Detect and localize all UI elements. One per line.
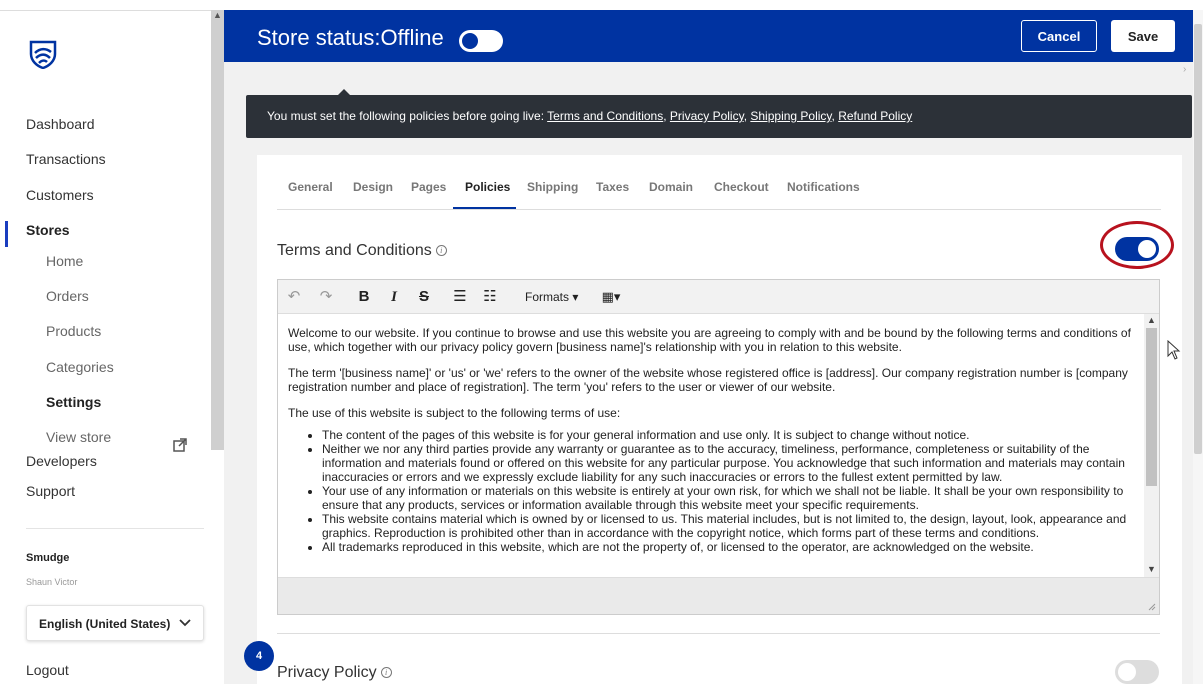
list-item: This website contains material which is … xyxy=(322,512,1134,540)
banner-link-refund[interactable]: Refund Policy xyxy=(838,109,912,123)
undo-icon[interactable]: ↶ xyxy=(284,287,304,307)
resize-grip-icon[interactable] xyxy=(1148,603,1156,611)
terms-paragraph-1: Welcome to our website. If you continue … xyxy=(288,326,1131,354)
info-icon[interactable]: i xyxy=(380,667,392,678)
tab-general[interactable]: General xyxy=(288,180,333,194)
nav-view-store[interactable]: View store xyxy=(46,429,111,445)
top-header: Store status:Offline Cancel Save xyxy=(224,10,1203,62)
terms-paragraph-3: The use of this website is subject to th… xyxy=(288,406,621,420)
list-item: The content of the pages of this website… xyxy=(322,428,1134,442)
toggle-highlight-circle xyxy=(1100,221,1174,269)
chevron-right-icon: › xyxy=(1183,64,1187,75)
external-link-icon[interactable] xyxy=(173,438,187,452)
tab-pages[interactable]: Pages xyxy=(411,180,446,194)
language-select[interactable]: English (United States) xyxy=(26,605,204,641)
nav-store-orders[interactable]: Orders xyxy=(46,288,89,304)
terms-editor[interactable]: ↶ ↷ B I S ☰ ☷ Formats ▾ ▦▾ Welcome to ou… xyxy=(277,279,1160,615)
bank-shield-logo xyxy=(29,40,57,69)
strikethrough-icon[interactable]: S xyxy=(414,287,434,307)
nav-store-categories[interactable]: Categories xyxy=(46,359,114,375)
tab-design[interactable]: Design xyxy=(353,180,393,194)
tab-notifications[interactable]: Notifications xyxy=(787,180,860,194)
bold-icon[interactable]: B xyxy=(354,287,374,307)
active-indicator xyxy=(5,221,8,247)
banner-link-shipping[interactable]: Shipping Policy xyxy=(750,109,831,123)
editor-content[interactable]: Welcome to our website. If you continue … xyxy=(278,314,1144,577)
toggle-knob xyxy=(1118,663,1136,681)
save-button[interactable]: Save xyxy=(1111,20,1175,52)
italic-icon[interactable]: I xyxy=(384,287,404,307)
banner-text: You must set the following policies befo… xyxy=(267,109,913,123)
sidebar-scrollbar[interactable] xyxy=(211,10,224,450)
banner-link-privacy[interactable]: Privacy Policy xyxy=(670,109,744,123)
nav-customers[interactable]: Customers xyxy=(26,187,94,203)
nav-developers[interactable]: Developers xyxy=(26,453,97,469)
store-status-toggle[interactable] xyxy=(459,30,503,52)
editor-toolbar: ↶ ↷ B I S ☰ ☷ Formats ▾ ▦▾ xyxy=(278,280,1159,314)
banner-prefix: You must set the following policies befo… xyxy=(267,109,548,123)
nav-store-settings[interactable]: Settings xyxy=(46,394,101,410)
list-item: Your use of any information or materials… xyxy=(322,484,1134,512)
tab-taxes[interactable]: Taxes xyxy=(596,180,629,194)
nav-transactions[interactable]: Transactions xyxy=(26,151,106,167)
list-item: All trademarks reproduced in this websit… xyxy=(322,540,1134,554)
step-badge: 4 xyxy=(244,641,274,671)
logout-link[interactable]: Logout xyxy=(26,662,69,678)
list-item: Neither we nor any third parties provide… xyxy=(322,442,1134,484)
settings-tabs: General Design Pages Policies Shipping T… xyxy=(277,155,1161,210)
nav-store-home[interactable]: Home xyxy=(46,253,83,269)
tab-domain[interactable]: Domain xyxy=(649,180,693,194)
scroll-up-icon[interactable]: ▲ xyxy=(1147,315,1156,325)
info-icon[interactable]: i xyxy=(435,245,447,256)
privacy-title-text: Privacy Policy xyxy=(277,664,377,681)
active-tab-underline xyxy=(453,207,516,209)
terms-list: The content of the pages of this website… xyxy=(288,428,1134,554)
settings-card: General Design Pages Policies Shipping T… xyxy=(257,155,1182,684)
nav-support[interactable]: Support xyxy=(26,483,75,499)
table-icon[interactable]: ▦▾ xyxy=(596,287,626,307)
chevron-down-icon xyxy=(179,619,191,627)
privacy-section-title: Privacy Policy i xyxy=(277,664,392,682)
toggle-knob xyxy=(462,33,478,49)
sidebar: Dashboard Transactions Customers Stores … xyxy=(0,10,224,684)
tab-checkout[interactable]: Checkout xyxy=(714,180,769,194)
divider xyxy=(26,528,204,529)
cancel-button[interactable]: Cancel xyxy=(1021,20,1097,52)
mouse-cursor-icon xyxy=(1167,340,1181,360)
tab-policies[interactable]: Policies xyxy=(465,180,510,194)
policy-warning-banner: You must set the following policies befo… xyxy=(246,95,1192,138)
tab-shipping[interactable]: Shipping xyxy=(527,180,578,194)
account-user: Shaun Victor xyxy=(26,577,78,587)
language-value: English (United States) xyxy=(39,617,171,631)
nav-dashboard[interactable]: Dashboard xyxy=(26,116,95,132)
banner-link-terms[interactable]: Terms and Conditions xyxy=(547,109,663,123)
page-scroll-thumb[interactable] xyxy=(1194,24,1202,454)
formats-dropdown[interactable]: Formats ▾ xyxy=(519,287,584,307)
terms-paragraph-2: The term '[business name]' or 'us' or 'w… xyxy=(288,366,1128,394)
nav-stores[interactable]: Stores xyxy=(26,222,70,238)
terms-section-title: Terms and Conditions i xyxy=(277,242,447,260)
redo-icon[interactable]: ↷ xyxy=(316,287,336,307)
terms-title-text: Terms and Conditions xyxy=(277,242,432,259)
numbered-list-icon[interactable]: ☷ xyxy=(480,287,500,307)
account-name: Smudge xyxy=(26,552,70,564)
editor-statusbar xyxy=(278,577,1159,614)
scroll-up-icon[interactable]: ▲ xyxy=(213,10,222,20)
privacy-enabled-toggle[interactable] xyxy=(1115,660,1159,684)
nav-store-products[interactable]: Products xyxy=(46,323,101,339)
formats-label: Formats xyxy=(525,290,570,304)
bullet-list-icon[interactable]: ☰ xyxy=(450,287,470,307)
editor-scroll-thumb[interactable] xyxy=(1146,328,1157,486)
divider xyxy=(277,633,1160,634)
store-status-title: Store status:Offline xyxy=(257,25,444,50)
scroll-down-icon[interactable]: ▼ xyxy=(1147,564,1156,574)
